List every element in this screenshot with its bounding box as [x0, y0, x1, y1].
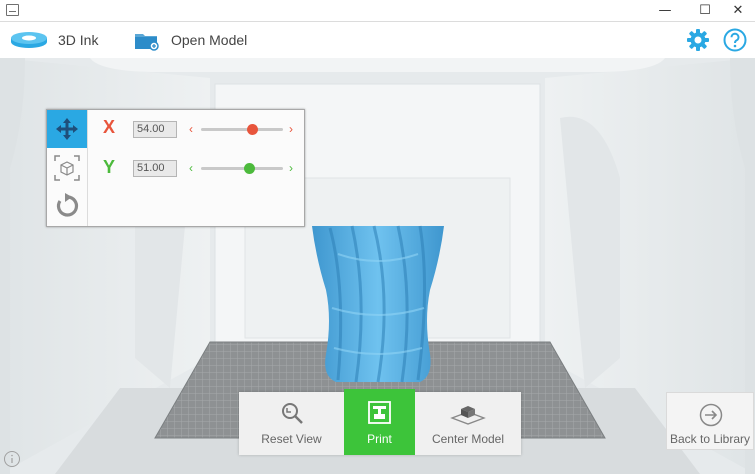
- back-to-library-button[interactable]: Back to Library: [666, 392, 754, 450]
- vase-model[interactable]: [312, 225, 444, 383]
- move-tool[interactable]: [47, 110, 87, 148]
- x-increase-chevron-icon[interactable]: ›: [289, 123, 293, 135]
- y-slider-track[interactable]: [201, 167, 283, 170]
- zoom-reset-icon: [282, 403, 303, 424]
- reset-view-button[interactable]: Reset View: [239, 392, 344, 455]
- open-model-button[interactable]: Open Model: [134, 22, 254, 58]
- help-icon[interactable]: [723, 28, 747, 52]
- reset-view-label: Reset View: [261, 432, 322, 446]
- info-icon[interactable]: [3, 450, 21, 468]
- y-axis-label: Y: [103, 157, 116, 177]
- x-value-field[interactable]: 54.00: [133, 121, 177, 138]
- close-button[interactable]: ✕: [719, 0, 755, 22]
- open-model-label: Open Model: [171, 32, 248, 48]
- y-value-field[interactable]: 51.00: [133, 160, 177, 177]
- print-button[interactable]: Print: [344, 389, 415, 455]
- print-icon: [368, 401, 391, 424]
- filament-spool-icon: [11, 32, 47, 48]
- move-arrows-icon: [56, 118, 78, 140]
- folder-icon: [135, 34, 159, 51]
- 3d-ink-button[interactable]: 3D Ink: [8, 22, 106, 58]
- move-panel: X 54.00 ‹ › Y 51.00 ‹ ›: [46, 109, 305, 227]
- transform-tools: [47, 110, 88, 226]
- app-icon: [6, 4, 19, 16]
- center-model-label: Center Model: [431, 432, 505, 446]
- y-slider-handle[interactable]: [244, 163, 256, 174]
- action-bar: Reset View Print Center Model: [239, 389, 521, 455]
- 3d-ink-label: 3D Ink: [58, 32, 99, 48]
- 3d-viewport[interactable]: X 54.00 ‹ › Y 51.00 ‹ › Reset View Print…: [0, 58, 755, 474]
- center-model-button[interactable]: Center Model: [415, 392, 521, 455]
- back-to-library-label: Back to Library: [669, 432, 751, 446]
- rotate-icon: [56, 193, 79, 217]
- y-decrease-chevron-icon[interactable]: ‹: [189, 162, 193, 174]
- title-bar: — ☐ ✕: [0, 0, 755, 22]
- x-slider-track[interactable]: [201, 128, 283, 131]
- x-axis-label: X: [103, 117, 116, 137]
- minimize-button[interactable]: —: [646, 0, 684, 22]
- scale-tool[interactable]: [47, 148, 87, 186]
- rotate-tool[interactable]: [47, 186, 87, 224]
- top-toolbar: 3D Ink Open Model: [0, 22, 755, 58]
- x-slider-handle[interactable]: [246, 124, 258, 135]
- print-label: Print: [367, 432, 392, 446]
- gear-icon[interactable]: [686, 28, 710, 52]
- arrow-right-circle-icon: [699, 403, 723, 427]
- x-decrease-chevron-icon[interactable]: ‹: [189, 123, 193, 135]
- y-increase-chevron-icon[interactable]: ›: [289, 162, 293, 174]
- center-model-icon: [450, 406, 486, 425]
- scale-cube-icon: [54, 155, 80, 181]
